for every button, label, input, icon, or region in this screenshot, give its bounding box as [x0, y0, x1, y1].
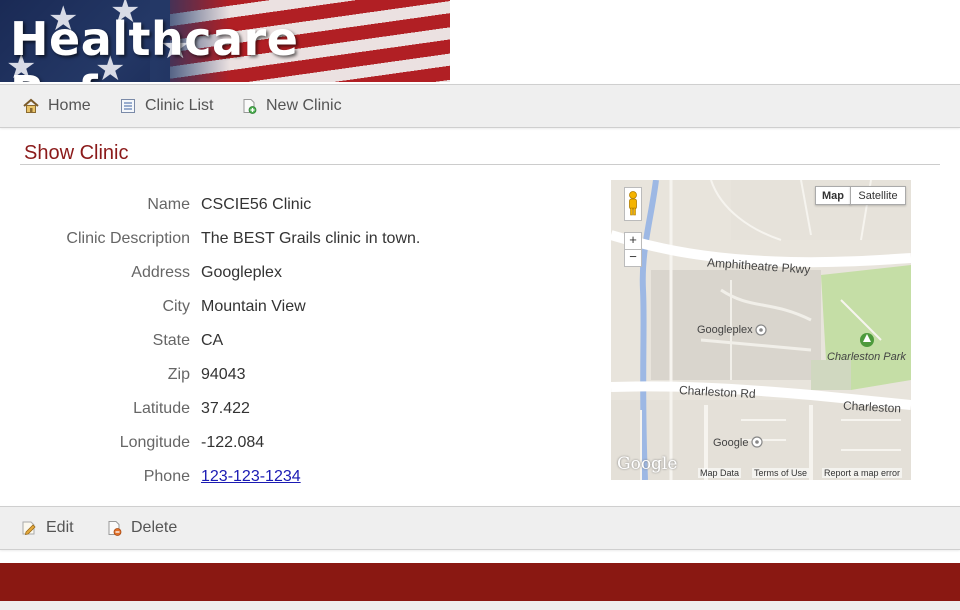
- property-value: CA: [201, 332, 224, 349]
- nav-clinic-list-label: Clinic List: [145, 97, 214, 114]
- nav-new-clinic-link[interactable]: New Clinic: [240, 85, 342, 127]
- property-value: Mountain View: [201, 298, 306, 315]
- property-label: Address: [131, 264, 190, 281]
- zoom-in-button[interactable]: +: [624, 232, 642, 250]
- property-value: 94043: [201, 366, 246, 383]
- property-value: -122.084: [201, 434, 265, 451]
- property-label: Longitude: [119, 434, 190, 451]
- property-row: Name CSCIE56 Clinic: [0, 196, 600, 230]
- property-row: Latitude 37.422: [0, 400, 600, 434]
- phone-link[interactable]: 123-123-1234: [201, 468, 301, 485]
- property-row: Phone 123-123-1234: [0, 468, 600, 502]
- map-type-map-button[interactable]: Map: [815, 186, 851, 205]
- google-logo: Google: [617, 454, 678, 474]
- property-value: 123-123-1234: [201, 468, 301, 486]
- property-row: State CA: [0, 332, 600, 366]
- property-label: Clinic Description: [66, 230, 190, 247]
- property-label: Name: [147, 196, 190, 213]
- pegman-icon[interactable]: [624, 187, 642, 221]
- map-label-charleston-park: Charleston Park: [827, 351, 906, 363]
- nav-home-label: Home: [48, 97, 91, 114]
- property-label: State: [152, 332, 190, 349]
- property-label: Latitude: [133, 400, 190, 417]
- footer-bar: [0, 563, 960, 601]
- map-canvas: [611, 180, 911, 480]
- property-value: 37.422: [201, 400, 250, 417]
- new-document-icon: [240, 97, 258, 115]
- home-icon: [22, 97, 40, 115]
- property-row: City Mountain View: [0, 298, 600, 332]
- footer-strip: [0, 601, 960, 610]
- property-value: The BEST Grails clinic in town.: [201, 230, 421, 247]
- property-row: Clinic Description The BEST Grails clini…: [0, 230, 600, 264]
- list-icon: [119, 97, 137, 115]
- header-banner: ★ ★ ★ ★ ★ Healthcare Reform: [0, 0, 450, 82]
- nav-home-link[interactable]: Home: [22, 85, 91, 127]
- map-data-link[interactable]: Map Data: [698, 468, 742, 478]
- delete-label: Delete: [131, 519, 178, 536]
- edit-label: Edit: [46, 519, 74, 536]
- edit-icon: [20, 519, 38, 537]
- delete-icon: [105, 519, 123, 537]
- map-label-googleplex: Googleplex: [697, 324, 753, 336]
- property-label: Phone: [143, 468, 190, 485]
- clinic-map[interactable]: + − Map Satellite Amphitheatre Pkwy Goog…: [611, 180, 911, 480]
- property-label: City: [162, 298, 190, 315]
- delete-button[interactable]: Delete: [105, 507, 177, 549]
- property-label: Zip: [167, 366, 190, 383]
- map-type-satellite-button[interactable]: Satellite: [850, 186, 906, 205]
- property-value: CSCIE56 Clinic: [201, 196, 312, 213]
- property-row: Zip 94043: [0, 366, 600, 400]
- page-title: Show Clinic: [24, 142, 129, 164]
- nav-new-clinic-label: New Clinic: [266, 97, 342, 114]
- nav-clinic-list-link[interactable]: Clinic List: [119, 85, 213, 127]
- report-map-error-link[interactable]: Report a map error: [822, 468, 903, 478]
- property-row: Longitude -122.084: [0, 434, 600, 468]
- site-title: Healthcare Reform: [10, 12, 299, 82]
- zoom-out-button[interactable]: −: [624, 249, 642, 267]
- map-label-charleston: Charleston: [842, 398, 902, 416]
- edit-button[interactable]: Edit: [20, 507, 74, 549]
- property-value: Googleplex: [201, 264, 282, 281]
- property-row: Address Googleplex: [0, 264, 600, 298]
- terms-of-use-link[interactable]: Terms of Use: [752, 468, 810, 478]
- map-label-google: Google: [713, 437, 749, 449]
- heading-divider: [20, 164, 940, 165]
- action-bar: Edit Delete: [0, 506, 960, 550]
- main-nav: Home Clinic List New Clinic: [0, 84, 960, 128]
